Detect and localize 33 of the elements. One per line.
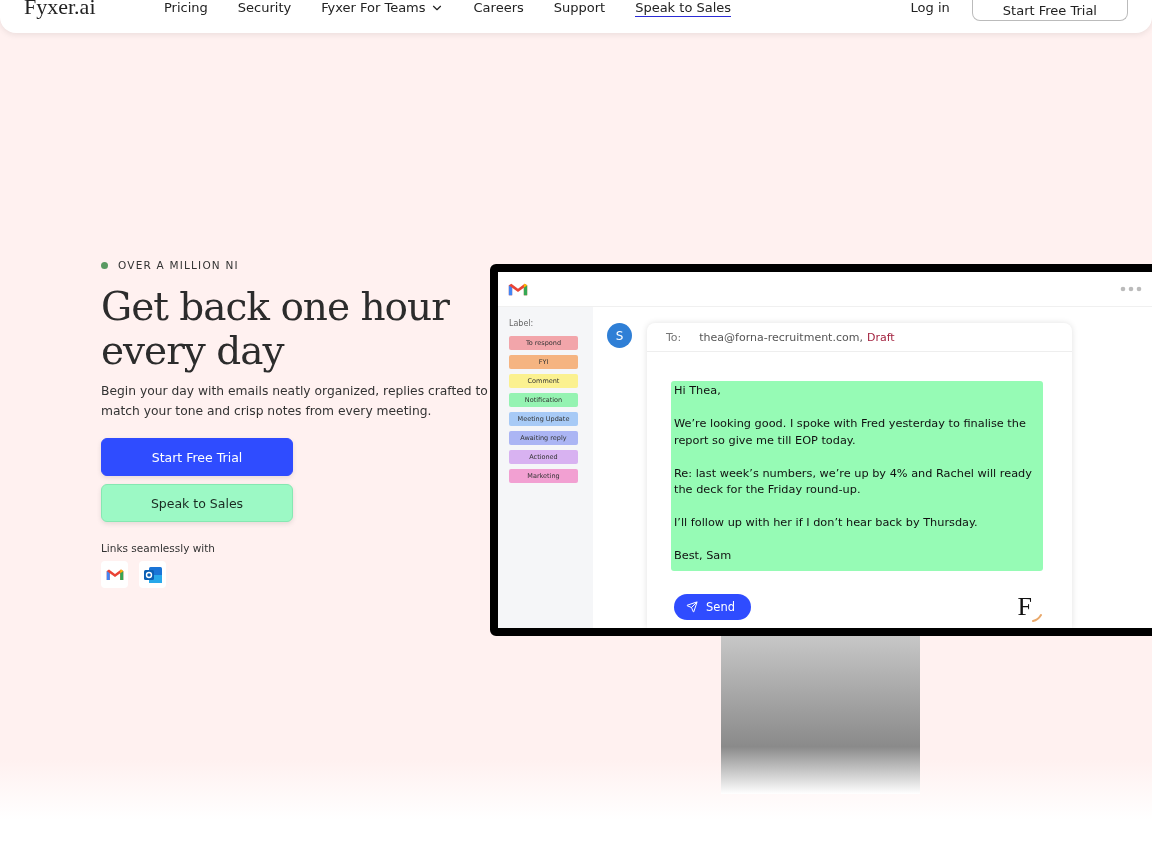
speak-to-sales-button[interactable]: Speak to Sales [101, 484, 293, 522]
to-label: To: [666, 330, 682, 344]
nav-link[interactable]: Careers [473, 0, 524, 17]
nav-link[interactable]: Support [553, 0, 606, 17]
recipient-text: thea@forna-recruitment.com, [699, 330, 863, 344]
status-dot [101, 261, 108, 269]
brand-mark: F [1017, 591, 1032, 622]
swoosh-icon [1032, 613, 1042, 622]
avatar: S [607, 323, 632, 348]
integrations-caption: Links seamlessly with [101, 542, 216, 554]
draft-status: Draft [866, 330, 895, 344]
email-paragraph: Re: last week’s numbers, we’re up by 4% and Rachel will ready the deck for the Friday round-up. [674, 465, 1033, 498]
email-paragraph: I’ll follow up with her if I don’t hear back by Thursday. [674, 515, 979, 531]
nav-link[interactable]: Fyxer For Teams [321, 0, 444, 17]
mail-m-icon [105, 567, 124, 582]
hero-heading: Get back one hour every day [101, 285, 451, 373]
eyebrow-text: OVER A MILLION NI [118, 259, 239, 271]
start-trial-button[interactable]: Start Free Trial [101, 438, 293, 476]
nav-link[interactable]: Security [237, 0, 292, 17]
email-paragraph: Hi Thea, [674, 383, 722, 399]
email-paragraph: Best, Sam [674, 548, 733, 564]
start-trial-button[interactable]: Start Free Trial [971, 0, 1128, 21]
nav-link[interactable]: Pricing [164, 0, 208, 17]
mail-m-icon [508, 281, 528, 297]
send-button[interactable]: Send [674, 593, 751, 620]
logo-text[interactable]: Fyxer.ai [24, 0, 164, 20]
more-icon[interactable] [1120, 286, 1142, 292]
send-icon [686, 600, 698, 613]
sidebar-heading: Label: [509, 319, 535, 328]
nav-link[interactable]: Speak to Sales [635, 0, 732, 17]
email-paragraph: We’re looking good. I spoke with Fred yesterday to finalise the report so give me till EOP today. [674, 416, 1027, 449]
hero-subtitle: Begin your day with emails neatly organized, replies crafted to match your tone and crisp notes from every meeting. [101, 383, 489, 420]
login-link[interactable]: Log in [910, 0, 950, 15]
